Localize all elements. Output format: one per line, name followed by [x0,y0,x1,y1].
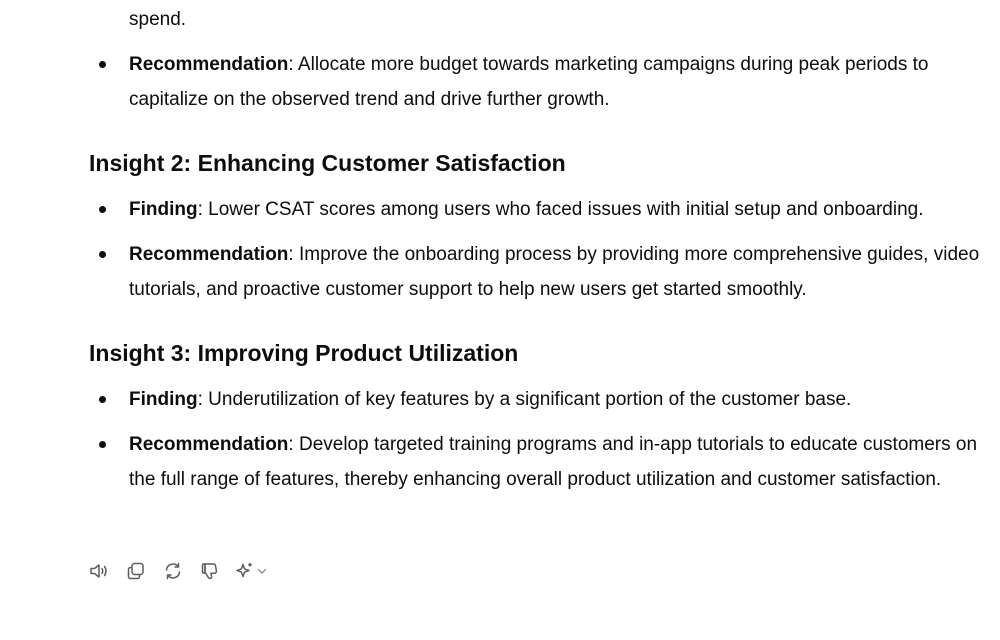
bullet-label: Finding [129,199,198,220]
copy-button[interactable] [123,558,149,584]
read-aloud-icon [90,564,107,578]
regenerate-icon [165,562,181,580]
bullet-finding: Finding: Underutilization of key feature… [99,382,989,417]
insight-heading: Insight 3: Improving Product Utilization [89,340,519,366]
bullet-recommendation: Recommendation: Allocate more budget tow… [99,47,989,117]
insight-heading: Insight 2: Enhancing Customer Satisfacti… [89,150,566,176]
regenerate-button[interactable] [160,558,186,584]
copy-icon [127,562,144,580]
message-action-bar [86,558,268,584]
bullet-label: Recommendation [129,244,289,265]
bullet-label: Recommendation [129,54,289,75]
bullet-label: Finding [129,389,198,410]
bullet-text: : Lower CSAT scores among users who face… [197,199,924,220]
sparkle-icon [236,563,252,578]
bullet-recommendation: Recommendation: Improve the onboarding p… [99,237,989,307]
thumbs-down-icon [201,563,218,580]
model-switcher-button[interactable] [234,558,268,584]
bullet-finding: Finding: Lower CSAT scores among users w… [99,192,989,227]
bullet-recommendation: Recommendation: Develop targeted trainin… [99,427,989,497]
thumbs-down-button[interactable] [197,558,223,584]
bullet-text: : Underutilization of key features by a … [197,389,852,410]
continued-text: spend. [129,9,187,30]
bullet-label: Recommendation [129,434,289,455]
chevron-down-icon [257,568,267,574]
read-aloud-button[interactable] [86,558,112,584]
